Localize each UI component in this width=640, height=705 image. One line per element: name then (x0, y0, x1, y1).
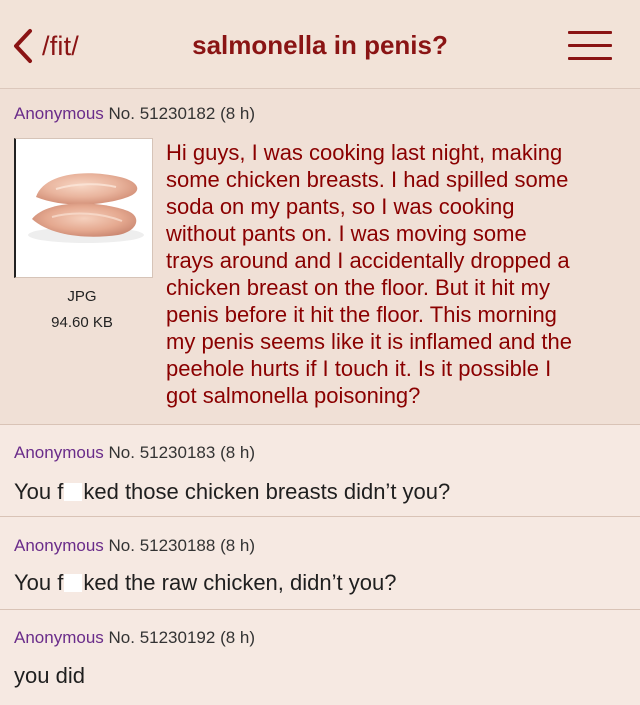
comment-line: penis before it hit the floor. This morn… (166, 302, 557, 327)
comment-line: soda on my pants, so I was cooking (166, 194, 515, 219)
reply-comment: you did (14, 663, 85, 689)
comment-line: got salmonella poisoning? (166, 383, 421, 408)
poster-name: Anonymous (14, 628, 104, 647)
chicken-breast-image[interactable] (14, 138, 153, 278)
post-meta: Anonymous No. 51230188 (8 h) (14, 536, 255, 556)
comment-text: You f (14, 479, 64, 504)
comment-line: trays around and I accidentally dropped … (166, 248, 570, 273)
reply-post: Anonymous No. 51230192 (8 h) you did (0, 609, 640, 705)
hamburger-menu-icon[interactable] (568, 27, 612, 63)
post-age: (8 h) (220, 628, 256, 647)
thread-title: salmonella in penis? (192, 30, 448, 60)
comment-line: some chicken breasts. I had spilled some (166, 167, 569, 192)
comment-line: without pants on. I was moving some (166, 221, 527, 246)
post-age: (8 h) (220, 536, 256, 555)
reply-comment: You f ked the raw chicken, didn’t you? (14, 570, 396, 596)
post-number[interactable]: No. 51230183 (109, 443, 216, 462)
op-comment: Hi guys, I was cooking last night, makin… (166, 139, 628, 409)
comment-line: chicken breast on the floor. But it hit … (166, 275, 550, 300)
top-bar: /fit/ salmonella in penis? (0, 0, 640, 89)
post-meta: Anonymous No. 51230182 (8 h) (14, 104, 255, 124)
post-number[interactable]: No. 51230188 (109, 536, 216, 555)
comment-line: Hi guys, I was cooking last night, makin… (166, 140, 563, 165)
post-age: (8 h) (220, 104, 256, 123)
comment-text: you did (14, 663, 85, 688)
poster-name: Anonymous (14, 536, 104, 555)
censor-mark (64, 483, 83, 501)
comment-line: peehole hurts if I touch it. Is it possi… (166, 356, 552, 381)
reply-post: Anonymous No. 51230183 (8 h) You f ked th… (0, 424, 640, 517)
reply-comment: You f ked those chicken breasts didn’t yo… (14, 479, 450, 505)
poster-name: Anonymous (14, 443, 104, 462)
censor-mark (64, 574, 83, 592)
post-meta: Anonymous No. 51230192 (8 h) (14, 628, 255, 648)
post-number[interactable]: No. 51230192 (109, 628, 216, 647)
comment-text: ked those chicken breasts didn’t you? (83, 479, 451, 504)
file-type: JPG (67, 288, 97, 305)
poster-name: Anonymous (14, 104, 104, 123)
file-size: 94.60 KB (51, 314, 113, 331)
post-number[interactable]: No. 51230182 (109, 104, 216, 123)
comment-text: ked the raw chicken, didn’t you? (83, 570, 397, 595)
comment-text: You f (14, 570, 64, 595)
reply-post: Anonymous No. 51230188 (8 h) You f ked th… (0, 516, 640, 610)
post-meta: Anonymous No. 51230183 (8 h) (14, 443, 255, 463)
comment-line: my penis seems like it is inflamed and t… (166, 329, 572, 354)
post-age: (8 h) (220, 443, 256, 462)
